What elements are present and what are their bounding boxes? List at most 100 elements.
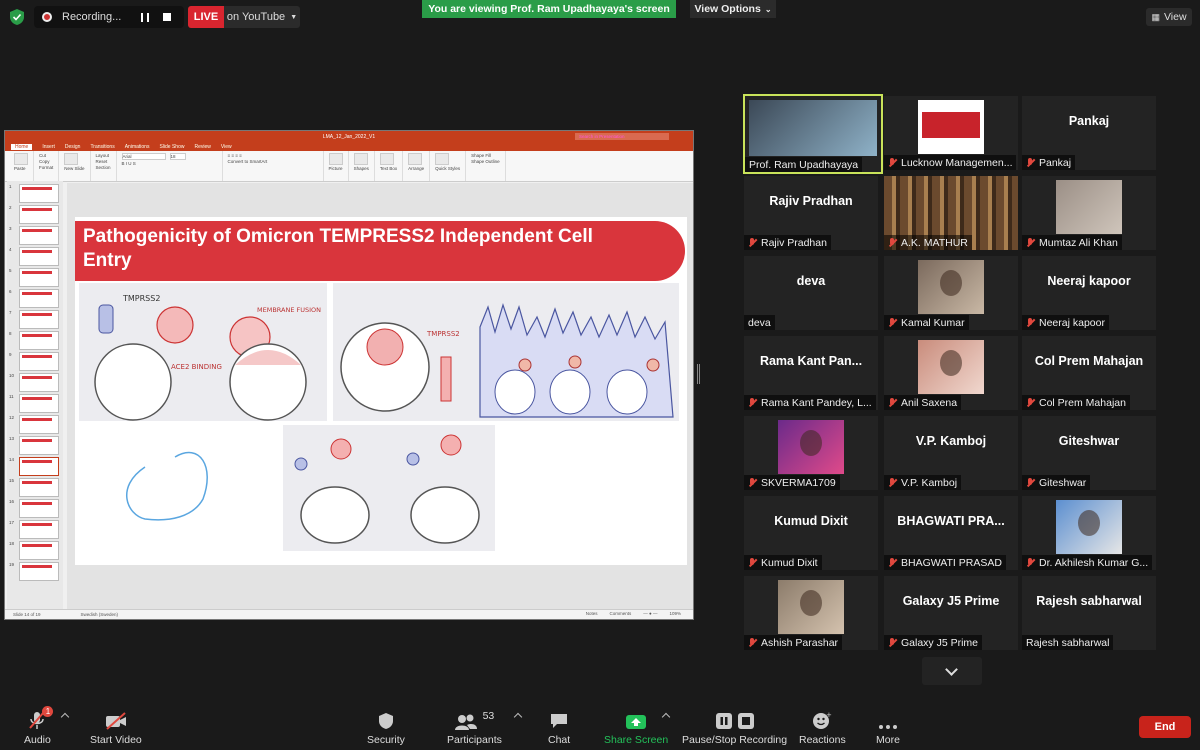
more-button[interactable]: More	[876, 710, 900, 746]
slide-thumbnail[interactable]: 16	[9, 499, 61, 518]
slide-thumbnail[interactable]: 15	[9, 478, 61, 497]
pause-stop-recording-button[interactable]: Pause/Stop Recording	[682, 710, 787, 746]
chat-button[interactable]: Chat	[548, 710, 570, 746]
tab-transitions[interactable]: Transitions	[90, 144, 114, 150]
participant-tile[interactable]: Galaxy J5 Prime Galaxy J5 Prime	[884, 576, 1018, 650]
quick-styles-icon[interactable]	[435, 153, 450, 165]
audio-options-caret[interactable]	[60, 712, 70, 722]
tab-review[interactable]: Review	[194, 144, 210, 150]
participant-tile[interactable]: Prof. Ram Upadhayaya	[743, 94, 883, 174]
participant-tile[interactable]: Anil Saxena	[884, 336, 1018, 410]
shapes-icon[interactable]	[353, 153, 368, 165]
reset-button[interactable]: Reset	[96, 159, 111, 164]
participant-tile[interactable]: Pankaj Pankaj	[1022, 96, 1156, 170]
shape-outline-button[interactable]: Shape Outline	[471, 159, 500, 164]
zoom-level[interactable]: 109%	[669, 611, 681, 616]
security-button[interactable]: Security	[367, 710, 405, 746]
slide-thumbnail[interactable]: 12	[9, 415, 61, 434]
audio-button[interactable]: 1 Audio	[24, 706, 54, 746]
tab-design[interactable]: Design	[65, 144, 81, 150]
tab-view[interactable]: View	[221, 144, 232, 150]
participant-tile[interactable]: SKVERMA1709	[744, 416, 878, 490]
participant-tile[interactable]: A.K. MATHUR	[884, 176, 1018, 250]
view-button[interactable]: ▦ View	[1146, 8, 1192, 26]
participant-tile[interactable]: Dr. Akhilesh Kumar G...	[1022, 496, 1156, 570]
comments-button[interactable]: Comments	[610, 611, 632, 616]
participant-tile[interactable]: deva deva	[744, 256, 878, 330]
section-button[interactable]: Section	[96, 165, 111, 170]
paragraph-row[interactable]: ≡ ≡ ≡ ≡	[228, 153, 318, 158]
end-meeting-button[interactable]: End	[1139, 716, 1191, 738]
start-video-button[interactable]: Start Video	[90, 710, 142, 746]
view-options-button[interactable]: View Options ⌄	[690, 0, 776, 18]
tab-slide-show[interactable]: Slide Show	[159, 144, 184, 150]
shared-screen[interactable]: LMA_12_Jan_2022_V1 Search in Presentatio…	[4, 130, 694, 620]
slide-thumbnail[interactable]: 9	[9, 352, 61, 371]
slide-thumbnail[interactable]: 3	[9, 226, 61, 245]
slide-thumbnail[interactable]: 11	[9, 394, 61, 413]
slide-thumbnail[interactable]: 7	[9, 310, 61, 329]
tab-home[interactable]: Home	[11, 144, 33, 150]
participant-tile[interactable]: V.P. Kamboj V.P. Kamboj	[884, 416, 1018, 490]
font-select[interactable]: Arial	[121, 153, 166, 160]
participant-tile[interactable]: Kumud Dixit Kumud Dixit	[744, 496, 878, 570]
slide-thumbnail[interactable]: 4	[9, 247, 61, 266]
tab-animations[interactable]: Animations	[125, 144, 150, 150]
participant-tile[interactable]: Giteshwar Giteshwar	[1022, 416, 1156, 490]
current-slide[interactable]: Pathogenicity of Omicron TEMPRESS2 Indep…	[75, 217, 687, 565]
participant-tile[interactable]: Mumtaz Ali Khan	[1022, 176, 1156, 250]
participants-button[interactable]: 53 Participants	[447, 710, 502, 746]
gallery-next-page-button[interactable]	[922, 657, 982, 685]
participant-tile[interactable]: Ashish Parashar	[744, 576, 878, 650]
new-slide-icon[interactable]	[64, 153, 79, 165]
convert-smartart-button[interactable]: Convert to SmartArt	[228, 159, 318, 164]
slide-thumbnail[interactable]: 8	[9, 331, 61, 350]
copy-button[interactable]: Copy	[39, 159, 53, 164]
notes-button[interactable]: Notes	[586, 611, 598, 616]
layout-button[interactable]: Layout	[96, 153, 111, 158]
participant-tile[interactable]: Rajiv Pradhan Rajiv Pradhan	[744, 176, 878, 250]
ppt-search-input[interactable]: Search in Presentation	[575, 133, 669, 140]
slide-thumbnail[interactable]: 19	[9, 562, 61, 581]
arrange-icon[interactable]	[408, 153, 423, 165]
format-button[interactable]: Format	[39, 165, 53, 170]
font-size-select[interactable]: 18	[169, 153, 186, 160]
participant-tile[interactable]: Lucknow Managemen...	[884, 96, 1018, 170]
slide-thumbnail[interactable]: 1	[9, 184, 61, 203]
slide-thumbnail[interactable]: 13	[9, 436, 61, 455]
participant-tile[interactable]: Col Prem Mahajan Col Prem Mahajan	[1022, 336, 1156, 410]
shape-fill-button[interactable]: Shape Fill	[471, 153, 500, 158]
textbox-icon[interactable]	[379, 153, 394, 165]
split-resize-handle[interactable]	[697, 364, 700, 384]
language-indicator[interactable]: Swedish (Sweden)	[81, 612, 119, 617]
participant-tile[interactable]: Rama Kant Pan... Rama Kant Pandey, L...	[744, 336, 878, 410]
share-screen-icon	[626, 715, 647, 729]
live-badge[interactable]: LIVE	[188, 6, 224, 28]
participant-tile[interactable]: Rajesh sabharwal Rajesh sabharwal	[1022, 576, 1156, 650]
slide-thumbnail[interactable]: 6	[9, 289, 61, 308]
font-format-row[interactable]: B I U S	[122, 161, 217, 166]
slide-thumbnail[interactable]: 10	[9, 373, 61, 392]
zoom-slider[interactable]: ― ● ―	[643, 611, 657, 616]
slide-thumbnail[interactable]: 14	[9, 457, 61, 476]
share-screen-button[interactable]: Share Screen	[604, 710, 668, 746]
slide-thumbnail[interactable]: 5	[9, 268, 61, 287]
stop-recording-icon[interactable]	[163, 13, 172, 21]
tab-insert[interactable]: Insert	[42, 144, 55, 150]
participants-options-caret[interactable]	[513, 712, 523, 722]
participant-tile[interactable]: Neeraj kapoor Neeraj kapoor	[1022, 256, 1156, 330]
slide-thumbnail[interactable]: 2	[9, 205, 61, 224]
slide-thumbnail[interactable]: 18	[9, 541, 61, 560]
reactions-button[interactable]: + Reactions	[799, 710, 846, 746]
arrange-label: Arrange	[408, 166, 425, 171]
cut-button[interactable]: Cut	[39, 153, 53, 158]
pause-recording-icon[interactable]	[141, 12, 150, 22]
slide-thumbnail[interactable]: 17	[9, 520, 61, 539]
picture-icon[interactable]	[328, 153, 343, 165]
stream-destination-dropdown[interactable]: on YouTube ▼	[224, 6, 300, 28]
participant-tile[interactable]: BHAGWATI PRA... BHAGWATI PRASAD	[884, 496, 1018, 570]
paste-icon[interactable]	[14, 153, 28, 165]
security-shield-icon[interactable]	[8, 8, 26, 26]
participant-name: Rajiv Pradhan	[761, 236, 827, 249]
participant-tile[interactable]: Kamal Kumar	[884, 256, 1018, 330]
